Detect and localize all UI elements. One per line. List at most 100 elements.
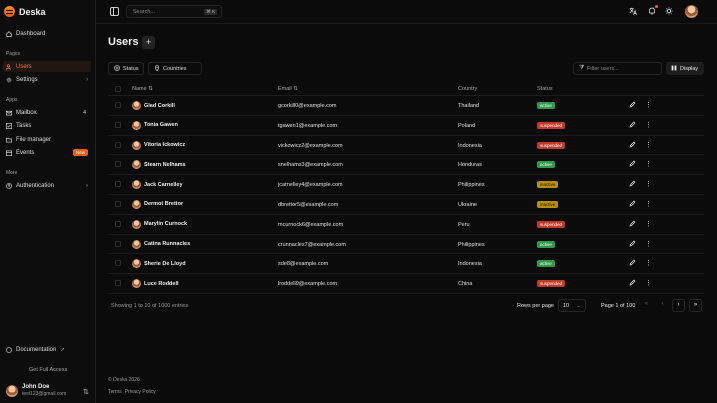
select-all-checkbox[interactable] — [115, 86, 121, 92]
row-checkbox[interactable] — [115, 161, 121, 168]
edit-icon[interactable] — [629, 121, 636, 130]
row-checkbox[interactable] — [115, 121, 121, 128]
prev-page-icon[interactable]: ‹ — [656, 299, 669, 312]
table-row[interactable]: Luce Roddell lroddell9@example.com China… — [108, 274, 704, 294]
user-name-cell: Jack Carnelley — [132, 180, 183, 190]
column-label: Name — [132, 86, 147, 92]
more-options-icon[interactable]: ⋮ — [645, 220, 652, 228]
edit-icon[interactable] — [629, 180, 636, 189]
user-name-text: Stearn Nelhams — [144, 161, 186, 168]
avatar[interactable] — [685, 5, 698, 18]
sidebar-item-documentation[interactable]: Documentation ↗ — [3, 344, 91, 355]
sidebar-toggle-icon[interactable] — [110, 7, 119, 16]
rows-per-page-select[interactable]: 10 ⌄ — [558, 299, 586, 312]
get-full-access-link[interactable]: Get Full Access — [29, 367, 67, 373]
filter-users-input[interactable]: ⧩ Filter users... — [573, 62, 662, 75]
sidebar-item-label: Events — [16, 149, 35, 156]
table-row[interactable]: Tonia Gawen tgawen1@example.com Poland s… — [108, 116, 704, 136]
row-checkbox[interactable] — [115, 260, 121, 267]
edit-icon[interactable] — [629, 220, 636, 229]
sidebar-item-mailbox[interactable]: Mailbox 4 — [3, 107, 91, 118]
add-user-button[interactable]: + — [142, 36, 155, 49]
bell-icon[interactable] — [648, 7, 656, 17]
first-page-icon[interactable]: « — [640, 299, 653, 312]
more-options-icon[interactable]: ⋮ — [645, 160, 652, 168]
row-checkbox[interactable] — [115, 280, 121, 287]
avatar — [132, 199, 141, 209]
user-name-cell: Catina Runnacles — [132, 239, 190, 249]
terms-link[interactable]: Terms — [108, 389, 122, 395]
sun-icon[interactable] — [665, 7, 673, 17]
avatar — [132, 279, 141, 289]
row-checkbox[interactable] — [115, 141, 121, 148]
sidebar-item-label: File manager — [16, 136, 52, 143]
switch-account-icon[interactable]: ⇅ — [83, 388, 89, 396]
sidebar-item-authentication[interactable]: Authentication › — [3, 180, 91, 191]
sidebar-item-events[interactable]: Events New — [3, 147, 91, 158]
table-row[interactable]: Jack Carnelley jcarnelley4@example.com P… — [108, 175, 704, 195]
display-label: Display — [680, 65, 699, 72]
translate-icon[interactable] — [629, 7, 637, 17]
table-row[interactable]: Sherie De Lloyd sde8@example.com Indones… — [108, 254, 704, 275]
status-filter-button[interactable]: Status — [108, 62, 144, 75]
country-cell: Peru — [458, 221, 470, 228]
brand[interactable]: Deska — [4, 6, 46, 17]
edit-icon[interactable] — [629, 141, 636, 150]
table-row[interactable]: Stearn Nelhams snelhams3@example.com Hon… — [108, 155, 704, 176]
table-body: Glad Corkill gcorkill0@example.com Thail… — [108, 96, 704, 294]
brand-name: Deska — [19, 6, 46, 17]
mail-icon — [6, 110, 12, 116]
countries-filter-button[interactable]: Countries — [148, 62, 202, 75]
sidebar-item-file-manager[interactable]: File manager — [3, 134, 91, 145]
user-name-cell: Luce Roddell — [132, 279, 179, 289]
edit-icon[interactable] — [629, 279, 636, 288]
more-options-icon[interactable]: ⋮ — [645, 240, 652, 248]
more-options-icon[interactable]: ⋮ — [645, 200, 652, 208]
search-input[interactable]: Search... ⌘ K — [126, 5, 222, 18]
status-badge: inactive — [537, 200, 559, 208]
table-row[interactable]: Vitoria Ickowicz vickowicz2@example.com … — [108, 136, 704, 156]
edit-icon[interactable] — [629, 200, 636, 209]
sidebar-item-users[interactable]: Users — [3, 61, 91, 72]
chevron-down-icon: ⌄ — [576, 303, 581, 309]
map-pin-icon — [154, 64, 160, 73]
more-options-icon[interactable]: ⋮ — [645, 180, 652, 188]
more-options-icon[interactable]: ⋮ — [645, 141, 652, 149]
row-checkbox[interactable] — [115, 181, 121, 188]
country-cell: Philippines — [458, 241, 485, 248]
table-row[interactable]: Marylin Curnock mcurnock6@example.com Pe… — [108, 215, 704, 235]
row-checkbox[interactable] — [115, 200, 121, 207]
privacy-link[interactable]: Privacy Policy — [125, 389, 156, 395]
notification-dot — [655, 5, 658, 8]
more-options-icon[interactable]: ⋮ — [645, 101, 652, 109]
page-title: Users — [108, 36, 139, 48]
page-info: Page 1 of 100 — [601, 303, 636, 309]
sidebar-item-tasks[interactable]: Tasks — [3, 120, 91, 131]
sidebar-item-dashboard[interactable]: Dashboard — [3, 28, 91, 39]
row-checkbox[interactable] — [115, 240, 121, 247]
table-row[interactable]: Catina Runnacles crunnacles7@example.com… — [108, 235, 704, 255]
edit-icon[interactable] — [629, 240, 636, 249]
more-options-icon[interactable]: ⋮ — [645, 259, 652, 267]
column-header-name[interactable]: Name ⇅ — [132, 86, 153, 92]
edit-icon[interactable] — [629, 101, 636, 110]
edit-icon[interactable] — [629, 259, 636, 268]
next-page-icon[interactable]: › — [672, 299, 685, 312]
column-header-email[interactable]: Email ⇅ — [278, 86, 298, 92]
last-page-icon[interactable]: » — [689, 299, 702, 312]
row-checkbox[interactable] — [115, 102, 121, 108]
rows-per-page-label: Rows per page — [517, 303, 554, 309]
table-row[interactable]: Dermot Brettor dbrettor5@example.com Ukr… — [108, 195, 704, 215]
display-button[interactable]: Display — [666, 62, 704, 75]
sidebar-item-settings[interactable]: Settings › — [3, 74, 91, 85]
more-options-icon[interactable]: ⋮ — [645, 279, 652, 287]
email-cell: dbrettor5@example.com — [278, 201, 339, 208]
user-profile[interactable]: John Doe test123@gmail.com — [6, 384, 66, 397]
edit-icon[interactable] — [629, 160, 636, 169]
row-checkbox[interactable] — [115, 220, 121, 227]
status-filter-label: Status — [123, 65, 139, 72]
more-options-icon[interactable]: ⋮ — [645, 121, 652, 129]
column-header-status: Status — [537, 86, 553, 92]
table-row[interactable]: Glad Corkill gcorkill0@example.com Thail… — [108, 96, 704, 116]
users-icon — [6, 63, 12, 70]
